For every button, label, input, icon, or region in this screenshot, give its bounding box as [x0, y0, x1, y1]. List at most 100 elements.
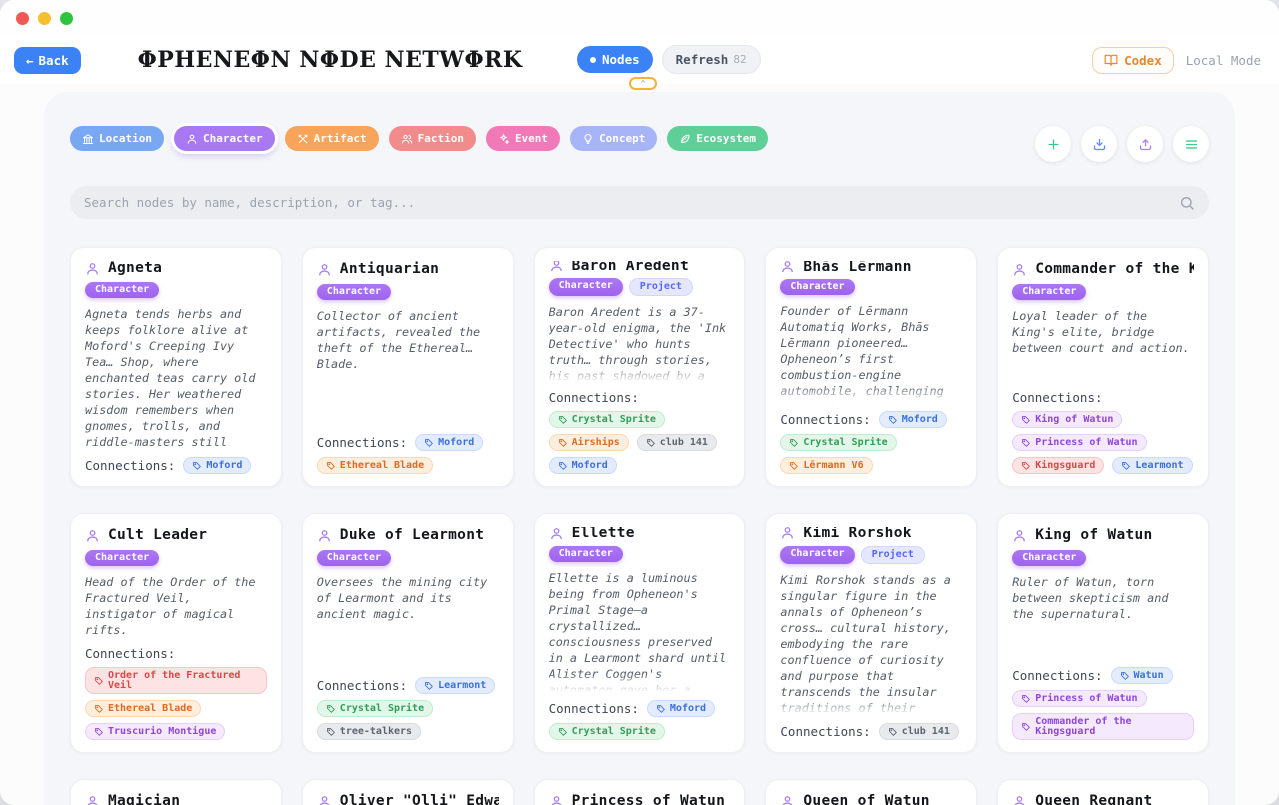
search-input[interactable] — [84, 195, 1179, 210]
card-connections: Connections: Crystal Sprite Airships club 1… — [549, 382, 731, 474]
person-icon — [780, 794, 795, 805]
card-title-row: Commander of the Kin… — [1012, 261, 1194, 277]
connection-tag-label: Learmont — [438, 681, 486, 691]
connection-tag[interactable]: Kingsguard — [1012, 457, 1104, 474]
connection-tag-label: club 141 — [902, 727, 950, 737]
filter-pill-character[interactable]: Character — [174, 126, 275, 151]
card-title-row: Oliver "Olli" Edwards — [317, 793, 499, 805]
connections-label: Connections: — [549, 390, 639, 405]
node-card[interactable]: Queen RegnantCharacter — [997, 779, 1209, 805]
card-title-row: Queen of Watun — [780, 793, 962, 805]
filter-pill-artifact[interactable]: Artifact — [285, 126, 379, 151]
chevron-up-icon: ^ — [641, 79, 646, 88]
close-window-button[interactable] — [16, 12, 29, 25]
filter-pill-faction[interactable]: Faction — [389, 126, 476, 151]
minimize-window-button[interactable] — [38, 12, 51, 25]
node-card[interactable]: Queen of WatunCharacter — [765, 779, 977, 805]
connection-tag[interactable]: Commander of the Kingsguard — [1012, 713, 1194, 740]
filter-pill-group: Location Character Artifact Faction Event Con… — [70, 126, 768, 151]
connection-tag[interactable]: Crystal Sprite — [549, 723, 665, 740]
connection-tag[interactable]: club 141 — [637, 434, 717, 451]
add-node-button[interactable] — [1035, 126, 1071, 162]
view-toggle-group: Nodes Refresh 82 — [577, 45, 761, 74]
sparkles-icon — [498, 133, 510, 145]
card-title: Antiquarian — [340, 261, 439, 277]
connection-tag[interactable]: King of Watun — [1012, 411, 1122, 428]
node-card[interactable]: Cult LeaderCharacterHead of the Order of… — [70, 513, 282, 753]
traffic-lights — [16, 12, 73, 25]
tag-icon — [558, 461, 568, 471]
connection-tag[interactable]: Crystal Sprite — [317, 700, 433, 717]
filter-pill-concept[interactable]: Concept — [570, 126, 657, 151]
connection-tag[interactable]: Moford — [879, 411, 947, 428]
connection-tag-label: Ethereal Blade — [108, 704, 192, 714]
connection-tag[interactable]: Lērmann V6 — [780, 457, 872, 474]
connection-tag[interactable]: tree-talkers — [317, 723, 421, 740]
person-icon — [549, 794, 564, 805]
codex-button[interactable]: Codex — [1092, 47, 1174, 74]
card-title: Bhās Lērmann — [803, 261, 911, 272]
connection-tag[interactable]: Ethereal Blade — [85, 700, 201, 717]
filter-pill-location[interactable]: Location — [70, 126, 164, 151]
node-card[interactable]: Kimi RorshokCharacterProjectKimi Rorshok… — [765, 513, 977, 753]
connection-tag-label: tree-talkers — [340, 727, 412, 737]
connection-tag[interactable]: Airships — [549, 434, 629, 451]
connection-tag-label: Kingsguard — [1035, 461, 1095, 471]
connection-tag[interactable]: Crystal Sprite — [549, 411, 665, 428]
collapse-header-button[interactable]: ^ — [629, 77, 657, 90]
card-description: Head of the Order of the Fractured Veil,… — [85, 574, 267, 638]
card-title-row: Bhās Lērmann — [780, 261, 962, 272]
connection-tag[interactable]: Princess of Watun — [1012, 690, 1146, 707]
node-card[interactable]: Oliver "Olli" EdwardsCharacter — [302, 779, 514, 805]
node-card[interactable]: Commander of the Kin…CharacterLoyal lead… — [997, 247, 1209, 487]
node-card[interactable]: King of WatunCharacterRuler of Watun, to… — [997, 513, 1209, 753]
import-button[interactable] — [1081, 126, 1117, 162]
type-badge-character: Character — [780, 279, 854, 295]
node-card[interactable]: Baron AredentCharacterProjectBaron Arede… — [534, 247, 746, 487]
connection-tag[interactable]: Crystal Sprite — [780, 434, 896, 451]
card-description: Ellette is a luminous being from Opheneo… — [549, 570, 731, 692]
connection-tag[interactable]: Moford — [183, 457, 251, 474]
connection-tag[interactable]: Learmont — [1112, 457, 1192, 474]
node-card[interactable]: Duke of LearmontCharacterOversees the mi… — [302, 513, 514, 753]
refresh-button[interactable]: Refresh 82 — [662, 45, 761, 74]
connection-tag[interactable]: Moford — [415, 434, 483, 451]
card-badges: Character — [1012, 284, 1194, 300]
node-card[interactable]: MagicianCharacter — [70, 779, 282, 805]
export-button[interactable] — [1127, 126, 1163, 162]
back-button[interactable]: ← Back — [14, 47, 81, 74]
connection-tag-label: Crystal Sprite — [572, 727, 656, 737]
connection-tag[interactable]: Princess of Watun — [1012, 434, 1146, 451]
connection-tag[interactable]: Moford — [647, 700, 715, 717]
connection-tag[interactable]: Order of the Fractured Veil — [85, 667, 267, 694]
codex-button-label: Codex — [1124, 53, 1162, 68]
connection-tag[interactable]: Moford — [549, 457, 617, 474]
zoom-window-button[interactable] — [60, 12, 73, 25]
connection-tag[interactable]: Watun — [1111, 667, 1173, 684]
node-card[interactable]: AgnetaCharacterAgneta tends herbs and ke… — [70, 247, 282, 487]
filter-pill-label: Concept — [599, 132, 645, 145]
type-badge-character: Character — [317, 550, 391, 566]
person-icon — [780, 527, 795, 539]
tag-icon — [558, 415, 568, 425]
card-title-row: Magician — [85, 793, 267, 805]
card-badges: CharacterProject — [549, 278, 731, 296]
node-card[interactable]: ElletteCharacterEllette is a luminous be… — [534, 513, 746, 753]
filter-pill-event[interactable]: Event — [486, 126, 560, 151]
node-card[interactable]: Bhās LērmannCharacterFounder of Lērmann … — [765, 247, 977, 487]
connection-tag[interactable]: Truscurio Montigue — [85, 723, 225, 740]
type-badge-character: Character — [549, 278, 623, 296]
node-card[interactable]: Princess of WatunCharacter — [534, 779, 746, 805]
filter-pill-ecosystem[interactable]: Ecosystem — [667, 126, 768, 151]
person-icon — [317, 528, 332, 543]
card-badges: Character — [85, 550, 267, 566]
nodes-toggle-label: Nodes — [602, 52, 640, 67]
connection-tag[interactable]: club 141 — [879, 723, 959, 740]
node-card[interactable]: AntiquarianCharacterCollector of ancient… — [302, 247, 514, 487]
connection-tag[interactable]: Learmont — [415, 677, 495, 694]
nodes-toggle-button[interactable]: Nodes — [577, 46, 653, 73]
card-description: Kimi Rorshok stands as a singular figure… — [780, 572, 962, 715]
connection-tag[interactable]: Ethereal Blade — [317, 457, 433, 474]
list-view-button[interactable] — [1173, 126, 1209, 162]
person-icon — [186, 133, 198, 145]
